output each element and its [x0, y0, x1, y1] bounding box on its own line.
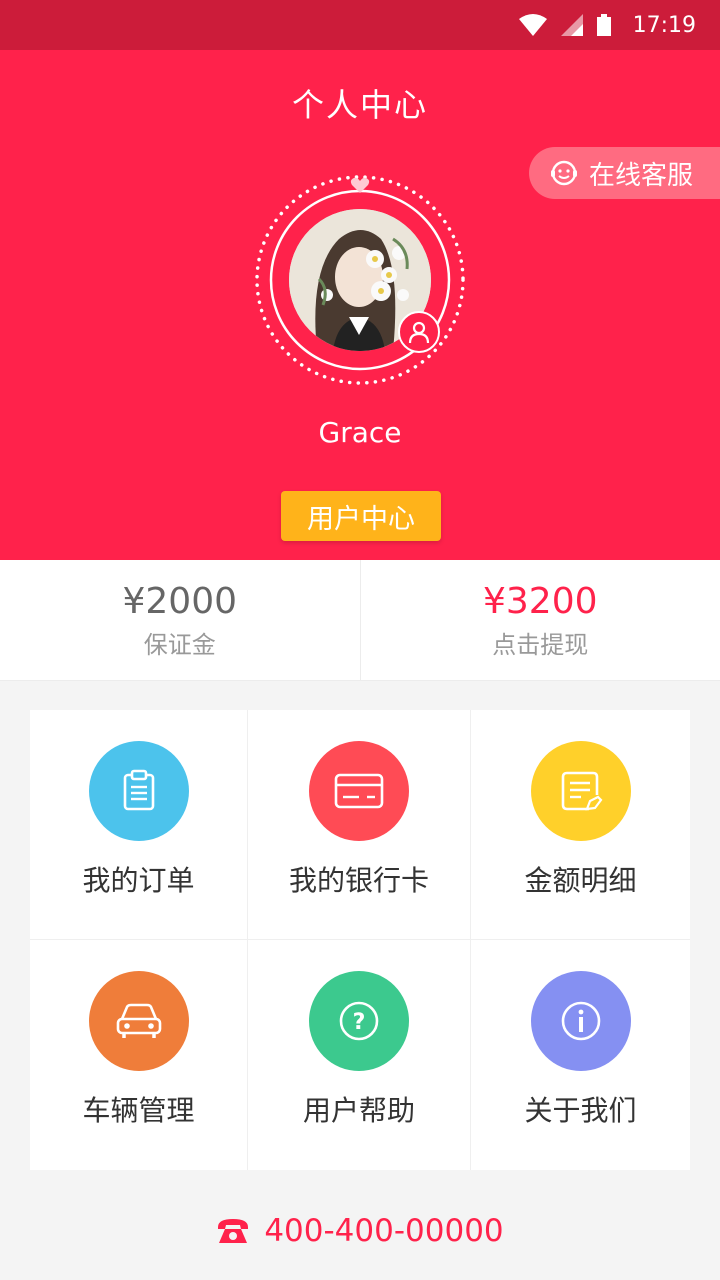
user-center-button[interactable]: 用户中心: [281, 491, 441, 541]
online-service-label: 在线客服: [589, 160, 694, 191]
menu-label: 用户帮助: [302, 1094, 415, 1127]
menu-label: 金额明细: [524, 864, 637, 897]
deposit-amount: ¥2000: [122, 580, 238, 622]
menu-label: 我的银行卡: [288, 864, 429, 897]
phone-icon: [218, 1219, 249, 1243]
wifi-icon: [518, 14, 547, 36]
status-bar: 17:19: [0, 0, 720, 50]
status-time: 17:19: [632, 12, 696, 38]
menu-item-my-bank-card[interactable]: 我的银行卡: [248, 710, 471, 940]
info-icon: [530, 971, 631, 1071]
profile-header: 个人中心 在线客服 Grace 用户中心: [0, 50, 720, 560]
withdraw-label[interactable]: 点击提现: [492, 625, 588, 660]
customer-service-icon: [551, 160, 577, 186]
help-icon: ?: [309, 971, 409, 1071]
page-title: 个人中心: [291, 86, 428, 124]
menu-item-user-help[interactable]: ? 用户帮助: [248, 940, 471, 1170]
menu-item-vehicle-management[interactable]: 车辆管理: [30, 940, 248, 1170]
withdraw-balance[interactable]: ¥3200 点击提现: [359, 560, 720, 680]
user-badge: [398, 311, 440, 353]
status-icons: 17:19: [518, 10, 696, 40]
deposit-label: 保证金: [143, 630, 216, 659]
battery-icon: [596, 14, 611, 36]
withdraw-amount[interactable]: ¥3200: [483, 581, 598, 623]
hotline[interactable]: 400-400-00000: [0, 1206, 720, 1256]
username: Grace: [318, 416, 402, 449]
online-service-button[interactable]: 在线客服: [529, 147, 720, 199]
menu-label: 车辆管理: [82, 1094, 195, 1127]
balance-bar: ¥2000 保证金 ¥3200 点击提现: [0, 560, 720, 681]
bank-card-icon: [309, 741, 409, 841]
menu-item-about-us[interactable]: 关于我们: [471, 940, 690, 1170]
menu-item-my-orders[interactable]: 我的订单: [30, 710, 248, 940]
cellular-signal-icon: [560, 14, 583, 36]
menu-item-amount-details[interactable]: 金额明细: [471, 710, 690, 940]
car-icon: [88, 971, 189, 1071]
user-icon: [408, 321, 430, 344]
document-edit-icon: [530, 741, 631, 841]
deposit-balance: ¥2000 保证金: [0, 560, 360, 680]
clipboard-icon: [88, 741, 189, 841]
svg-text:?: ?: [353, 1010, 366, 1035]
menu-label: 我的订单: [82, 864, 195, 897]
menu-label: 关于我们: [524, 1094, 637, 1127]
hotline-number[interactable]: 400-400-00000: [264, 1213, 503, 1249]
avatar-container[interactable]: [253, 173, 467, 387]
menu-grid: 我的订单 我的银行卡 金额明细 车辆管理 ? 用户帮助 关于我们: [30, 710, 690, 1170]
